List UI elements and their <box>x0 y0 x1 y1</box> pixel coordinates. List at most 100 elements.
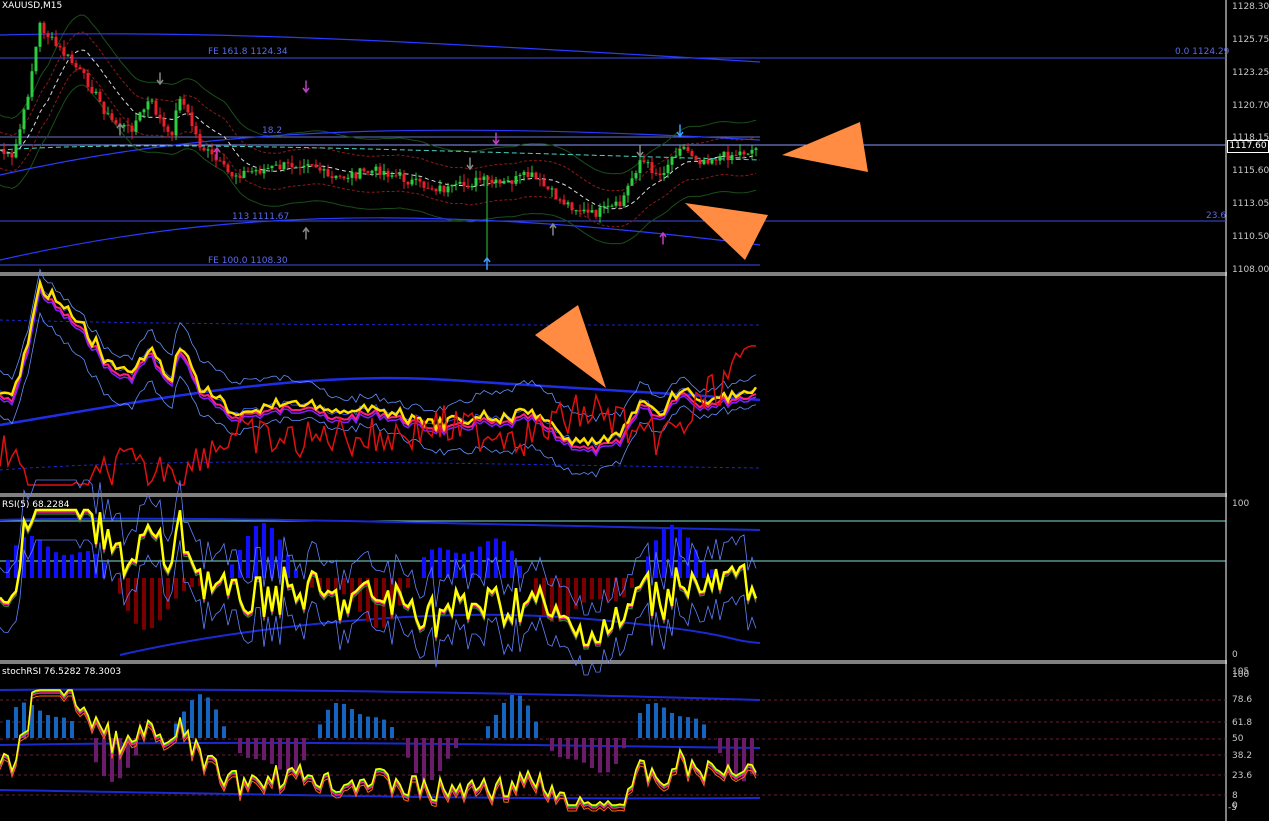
candle-body <box>242 170 246 178</box>
candle-body <box>126 124 130 126</box>
candle-body <box>638 160 642 174</box>
stoch-histogram-bar <box>734 738 738 780</box>
candle-body <box>582 209 586 212</box>
candle-body <box>406 181 410 185</box>
stoch-histogram-bar <box>374 717 378 738</box>
candle-body <box>654 172 658 174</box>
stoch-histogram-bar <box>686 717 690 738</box>
chart-canvas[interactable] <box>0 0 1269 821</box>
stoch-histogram-bar <box>406 738 410 758</box>
rsi-histogram-bar <box>6 559 10 578</box>
candle-body <box>642 160 646 163</box>
stoch-histogram-bar <box>510 695 514 738</box>
candle-body <box>590 210 594 213</box>
candle-body <box>622 195 626 207</box>
candle-body <box>186 104 190 113</box>
fib-label-236: 23.6 <box>1206 211 1227 221</box>
candle-body <box>546 186 550 190</box>
candle-body <box>254 170 258 172</box>
stoch-histogram-bar <box>614 738 618 764</box>
candle-body <box>374 166 378 171</box>
candle-body <box>394 175 398 177</box>
candle-body <box>314 164 318 168</box>
candle-body <box>74 63 78 68</box>
fractal-arrow-icon <box>156 72 164 86</box>
candle-body <box>446 186 450 193</box>
stoch-histogram-bar <box>94 738 98 763</box>
candle-body <box>502 180 506 184</box>
candle-body <box>246 170 250 172</box>
candle-body <box>210 149 214 155</box>
candle-body <box>634 173 638 179</box>
stoch-histogram-bar <box>494 714 498 738</box>
price-axis-label: 1108.00 <box>1232 265 1269 275</box>
candle-body <box>94 91 98 94</box>
rsi-histogram-bar <box>142 578 146 630</box>
candle-body <box>378 166 382 175</box>
stoch-axis-label: 78.6 <box>1232 695 1253 705</box>
candle-body <box>414 178 418 180</box>
candle-body <box>162 118 166 127</box>
stoch-histogram-bar <box>38 710 42 738</box>
rsi-histogram-bar <box>358 578 362 612</box>
arrow-pointer-indicator-icon <box>535 305 606 388</box>
rsi-histogram-bar <box>438 547 442 578</box>
candle-body <box>426 187 430 189</box>
candle-body <box>754 148 758 150</box>
candle-body <box>322 169 326 171</box>
rsi-histogram-bar <box>150 578 154 629</box>
candle-body <box>6 152 10 154</box>
candle-body <box>226 164 230 173</box>
candle-body <box>698 159 702 165</box>
stoch-axis-label: 61.8 <box>1232 718 1253 728</box>
fractal-arrow-icon <box>492 132 500 146</box>
stoch-histogram-bar <box>238 738 242 754</box>
stoch-histogram-bar <box>294 738 298 771</box>
stoch-histogram-bar <box>358 714 362 738</box>
candle-body <box>702 159 706 165</box>
stochrsi-title: stochRSI 76.5282 78.3003 <box>2 667 122 677</box>
candle-body <box>690 150 694 157</box>
stoch-histogram-bar <box>246 738 250 758</box>
price-axis-label: 1125.75 <box>1232 35 1269 45</box>
rsi-histogram-bar <box>614 578 618 602</box>
rsi-histogram-bar <box>510 550 514 578</box>
candle-body <box>398 173 402 176</box>
stoch-histogram-bar <box>590 738 594 769</box>
candle-body <box>250 171 254 173</box>
candle-body <box>674 155 678 157</box>
rsi-histogram-bar <box>38 540 42 578</box>
candle-body <box>410 179 414 185</box>
stoch-histogram-bar <box>662 707 666 738</box>
candle-body <box>110 113 114 121</box>
arrow-pointer-current-price-icon <box>782 122 868 172</box>
stoch-histogram-bar <box>62 717 66 738</box>
candle-body <box>626 185 630 196</box>
stoch-histogram-bar <box>678 716 682 738</box>
channel-lower <box>0 217 761 261</box>
envelope-upper <box>0 31 757 192</box>
candle-body <box>286 162 290 164</box>
candle-body <box>106 113 110 115</box>
rsi-histogram-bar <box>246 535 250 578</box>
candle-body <box>362 168 366 172</box>
rsi-histogram-bar <box>158 578 162 621</box>
rsi-histogram-bar <box>78 552 82 578</box>
rsi-histogram-bar <box>566 578 570 617</box>
candle-body <box>38 22 42 47</box>
rsi-histogram-bar <box>678 528 682 578</box>
candle-body <box>550 188 554 190</box>
fib-label-161: FE 161.8 1124.34 <box>208 47 288 57</box>
stoch-histogram-bar <box>302 738 306 761</box>
candle-body <box>82 69 86 74</box>
indicator-main-line <box>0 277 758 447</box>
stoch-histogram-bar <box>502 702 506 738</box>
candle-body <box>290 163 294 168</box>
stoch-histogram-bar <box>326 709 330 738</box>
rsi-histogram-bar <box>422 556 426 578</box>
candle-body <box>134 120 138 132</box>
candle-body <box>670 156 674 165</box>
candle-body <box>506 180 510 182</box>
candle-body <box>298 167 302 169</box>
price-axis-label: 1115.60 <box>1232 166 1269 176</box>
